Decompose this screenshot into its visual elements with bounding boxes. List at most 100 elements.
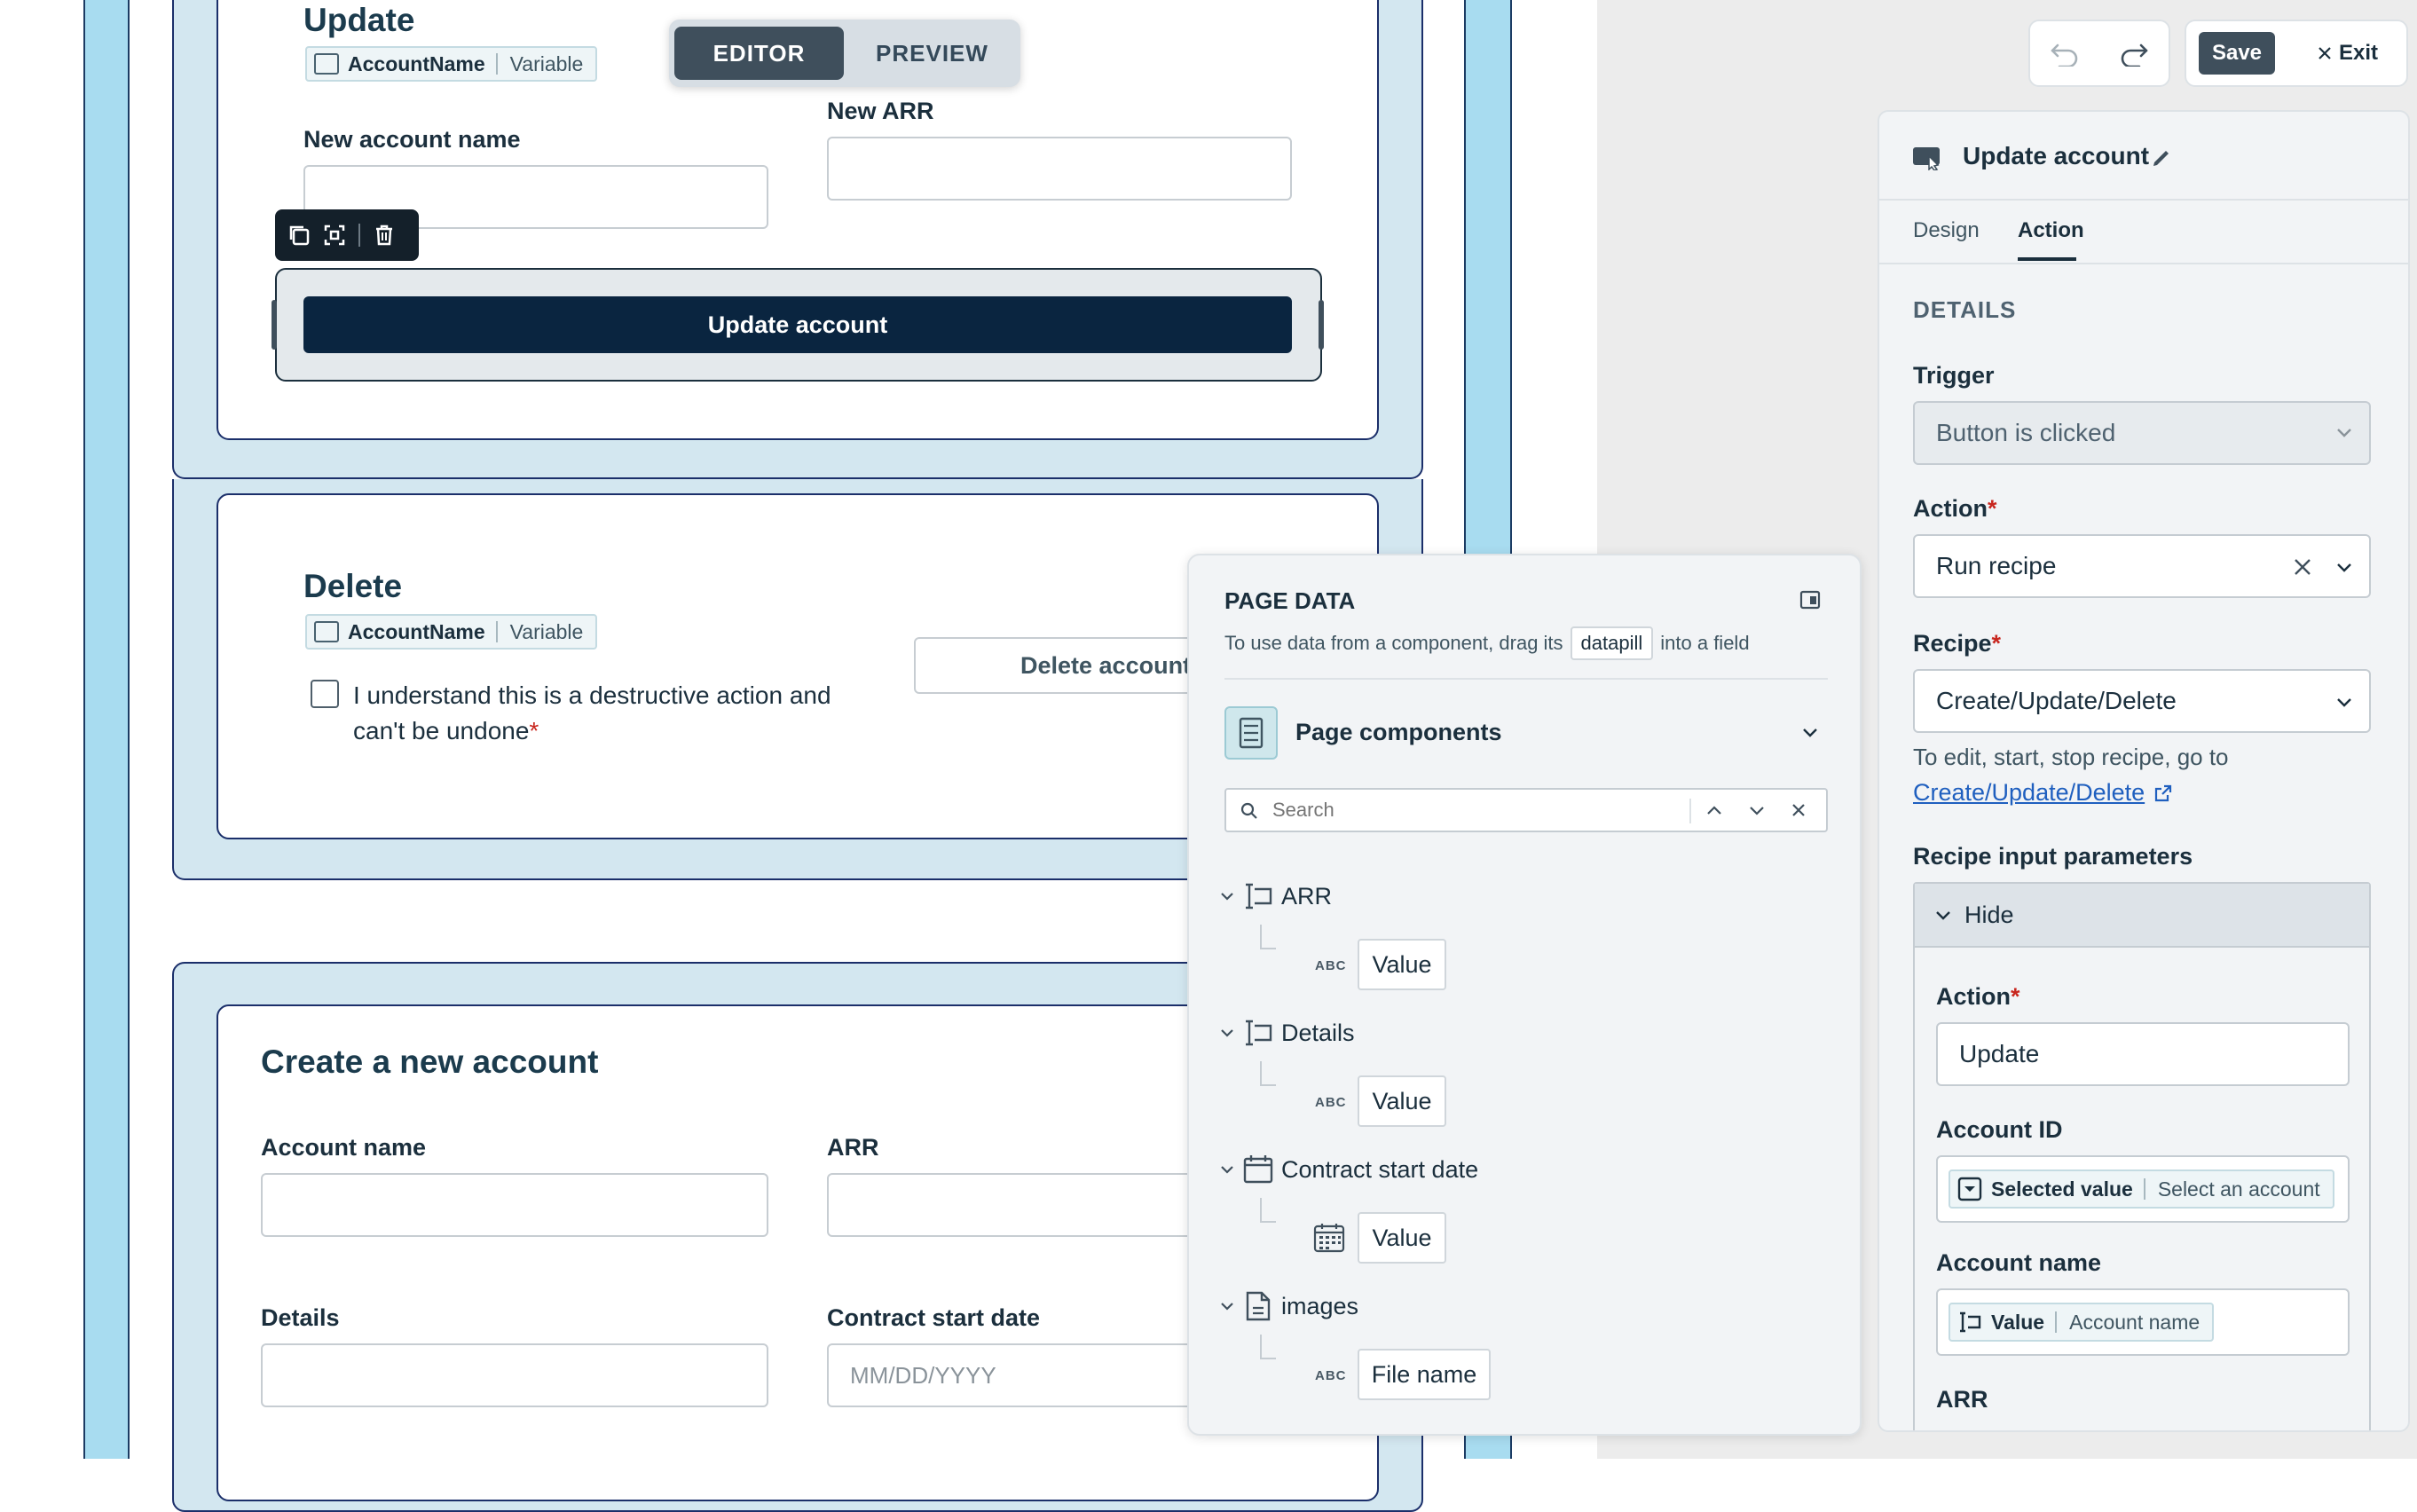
- account-id-field[interactable]: Selected value Select an account: [1936, 1155, 2350, 1223]
- account-name-label: Account name: [261, 1134, 427, 1161]
- button-component-icon: [1911, 146, 1943, 170]
- recipe-params-label: Recipe input parameters: [1913, 843, 2193, 870]
- redo-icon[interactable]: [2118, 40, 2150, 67]
- resize-handle-left[interactable]: [272, 300, 277, 350]
- required-marker: *: [529, 717, 539, 744]
- tab-action-underline: [2018, 257, 2076, 261]
- datapill-example: datapill: [1570, 626, 1654, 660]
- recipe-params-box: Hide Action* Update Account ID Selected …: [1913, 882, 2371, 1430]
- search-clear-icon[interactable]: [1791, 802, 1807, 818]
- param-action-input[interactable]: Update: [1936, 1022, 2350, 1086]
- tree-item-images[interactable]: images: [1219, 1290, 1358, 1322]
- panel-title: Update account: [1963, 142, 2150, 169]
- account-id-label: Account ID: [1936, 1116, 2063, 1143]
- destructive-checkbox[interactable]: [311, 680, 339, 708]
- page-margin-left: [83, 0, 130, 1459]
- update-accountname-pill[interactable]: AccountName Variable: [305, 46, 598, 82]
- chevron-down-icon: [1219, 1301, 1235, 1311]
- components-search-input[interactable]: [1271, 795, 1688, 825]
- page-data-hint: To use data from a component, drag its d…: [1224, 626, 1750, 660]
- account-name-param-field[interactable]: Value Account name: [1936, 1288, 2350, 1356]
- search-previous-icon[interactable]: [1705, 804, 1723, 816]
- close-icon: [2318, 46, 2332, 60]
- contract-value-pill[interactable]: Value: [1358, 1212, 1446, 1264]
- panel-tabs: Design Action: [1879, 201, 2408, 264]
- arr-value-pill[interactable]: Value: [1358, 939, 1446, 990]
- new-arr-label: New ARR: [827, 98, 934, 124]
- tab-action[interactable]: Action: [2018, 218, 2084, 243]
- page-components-header[interactable]: Page components: [1224, 705, 1828, 761]
- account-name-value-pill[interactable]: Value Account name: [1949, 1303, 2215, 1342]
- tree-item-arr[interactable]: ARR: [1219, 880, 1332, 912]
- action-label: Action*: [1913, 495, 1997, 522]
- save-exit-controls: Save Exit: [2185, 20, 2408, 87]
- delete-accountname-pill[interactable]: AccountName Variable: [305, 614, 598, 650]
- contract-start-date-label: Contract start date: [827, 1304, 1041, 1331]
- exit-button[interactable]: Exit: [2318, 41, 2378, 66]
- page-data-title: PAGE DATA: [1224, 587, 1356, 614]
- chevron-down-icon: [1219, 891, 1235, 902]
- text-type-icon: ABC: [1315, 1095, 1347, 1110]
- update-account-button[interactable]: Update account: [303, 296, 1292, 353]
- text-input-icon: [1957, 1310, 1982, 1335]
- new-arr-input[interactable]: [827, 137, 1292, 201]
- chevron-down-icon: [1801, 726, 1819, 738]
- chevron-down-icon: [1934, 909, 1952, 921]
- details-value-pill[interactable]: Value: [1358, 1075, 1446, 1127]
- delete-heading: Delete: [303, 568, 403, 604]
- text-type-icon: ABC: [1315, 958, 1347, 973]
- recipe-label: Recipe*: [1913, 630, 2002, 657]
- details-input[interactable]: [261, 1343, 768, 1407]
- trigger-select[interactable]: Button is clicked: [1913, 401, 2371, 465]
- properties-panel: Update account Design Action DETAILS Tri…: [1878, 110, 2410, 1432]
- variable-icon: [314, 53, 339, 75]
- editor-preview-toggle: EDITOR PREVIEW: [669, 20, 1020, 87]
- arr-label: ARR: [827, 1134, 879, 1161]
- clear-icon[interactable]: [2293, 557, 2312, 577]
- dock-panel-icon[interactable]: [1799, 589, 1821, 610]
- text-type-icon: ABC: [1315, 1368, 1347, 1383]
- calendar-icon: [1242, 1154, 1274, 1185]
- text-input-icon: [1242, 880, 1274, 912]
- undo-icon[interactable]: [2049, 40, 2081, 67]
- delete-icon[interactable]: [373, 224, 396, 247]
- edit-title-icon[interactable]: [2151, 147, 2172, 169]
- preview-tab[interactable]: PREVIEW: [849, 27, 1015, 80]
- external-link-icon: [2153, 784, 2173, 803]
- images-filename-pill[interactable]: File name: [1358, 1349, 1491, 1400]
- recipe-link[interactable]: Create/Update/Delete: [1913, 779, 2173, 807]
- duplicate-icon[interactable]: [287, 224, 311, 247]
- recipe-select[interactable]: Create/Update/Delete: [1913, 669, 2371, 733]
- details-heading: DETAILS: [1913, 296, 2017, 323]
- action-select[interactable]: Run recipe: [1913, 534, 2371, 598]
- select-parent-icon[interactable]: [323, 224, 346, 247]
- selected-value-pill[interactable]: Selected value Select an account: [1949, 1169, 2334, 1209]
- details-label: Details: [261, 1304, 340, 1331]
- dropdown-icon: [1957, 1177, 1982, 1201]
- panel-header: Update account: [1879, 112, 2408, 201]
- hide-params-toggle[interactable]: Hide: [1915, 884, 2369, 948]
- param-action-label: Action*: [1936, 983, 2020, 1010]
- chevron-down-icon: [2335, 426, 2353, 438]
- new-account-name-label: New account name: [303, 126, 521, 153]
- chevron-down-icon: [1219, 1028, 1235, 1038]
- save-button[interactable]: Save: [2199, 32, 2275, 75]
- resize-handle-right[interactable]: [1319, 300, 1324, 350]
- tree-item-details[interactable]: Details: [1219, 1017, 1355, 1049]
- tree-item-contract-start-date[interactable]: Contract start date: [1219, 1154, 1478, 1185]
- text-input-icon: [1242, 1017, 1274, 1049]
- create-heading: Create a new account: [261, 1043, 599, 1080]
- account-name-param-label: Account name: [1936, 1249, 2102, 1276]
- selection-toolbar: [275, 209, 419, 261]
- recipe-help: To edit, start, stop recipe, go to: [1913, 744, 2229, 770]
- page-components-icon: [1224, 706, 1278, 760]
- chevron-down-icon: [1219, 1164, 1235, 1175]
- variable-icon: [314, 621, 339, 642]
- trigger-label: Trigger: [1913, 362, 1995, 389]
- account-name-input[interactable]: [261, 1173, 768, 1237]
- tab-design[interactable]: Design: [1913, 218, 1980, 243]
- update-heading: Update: [303, 2, 415, 38]
- search-next-icon[interactable]: [1748, 804, 1766, 816]
- editor-tab[interactable]: EDITOR: [674, 27, 844, 80]
- arr-param-label: ARR: [1936, 1386, 1988, 1413]
